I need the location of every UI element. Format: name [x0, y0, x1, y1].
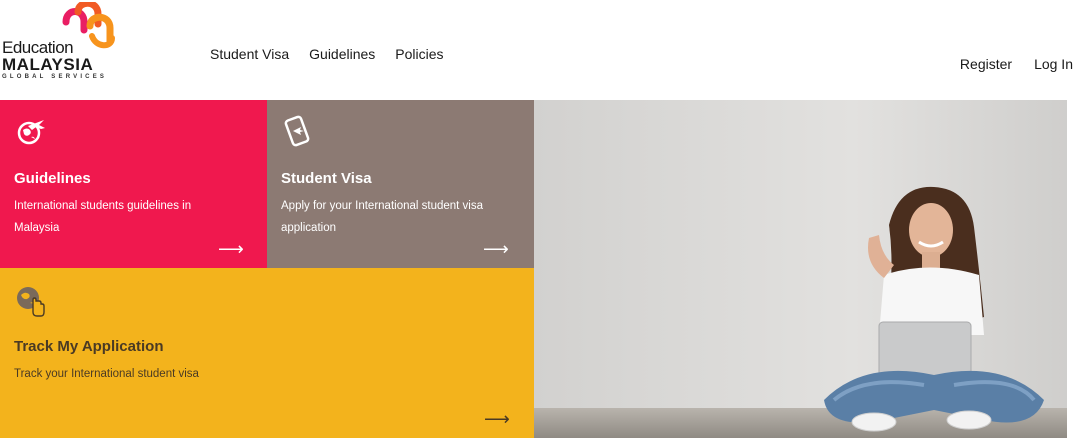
student-visa-description: Apply for your International student vis…	[281, 200, 484, 234]
login-link[interactable]: Log In	[1034, 56, 1073, 72]
arrow-right-icon[interactable]: ⟶	[483, 240, 509, 258]
logo-text-malaysia: MALAYSIA	[2, 55, 94, 74]
student-visa-tile[interactable]: Student Visa Apply for your Internationa…	[267, 100, 534, 268]
track-application-description: Track your International student visa	[14, 368, 199, 380]
globe-pointer-icon	[17, 287, 45, 317]
nav-policies[interactable]: Policies	[395, 46, 443, 62]
student-visa-title: Student Visa	[281, 170, 372, 187]
globe-plane-icon	[17, 120, 45, 145]
nav-student-visa[interactable]: Student Visa	[210, 46, 289, 62]
guidelines-description: International students guidelines in Mal…	[14, 200, 192, 234]
hero-image	[534, 100, 1067, 438]
track-application-title: Track My Application	[14, 338, 164, 355]
site-header: Education MALAYSIA GLOBAL SERVICES Stude…	[0, 0, 1080, 100]
register-link[interactable]: Register	[960, 56, 1012, 72]
logo-text-global-services: GLOBAL SERVICES	[2, 74, 108, 80]
nav-guidelines[interactable]: Guidelines	[309, 46, 375, 62]
site-logo[interactable]: Education MALAYSIA GLOBAL SERVICES	[2, 2, 122, 80]
auth-links: Register Log In	[960, 56, 1073, 72]
main-nav: Student Visa Guidelines Policies	[210, 46, 444, 62]
arrow-right-icon[interactable]: ⟶	[218, 240, 244, 258]
arrow-right-icon[interactable]: ⟶	[484, 410, 510, 428]
track-application-tile[interactable]: Track My Application Track your Internat…	[0, 268, 534, 438]
mobile-plane-icon	[284, 115, 310, 147]
guidelines-tile[interactable]: Guidelines International students guidel…	[0, 100, 267, 268]
guidelines-title: Guidelines	[14, 170, 91, 187]
student-with-laptop-photo	[534, 100, 1067, 438]
